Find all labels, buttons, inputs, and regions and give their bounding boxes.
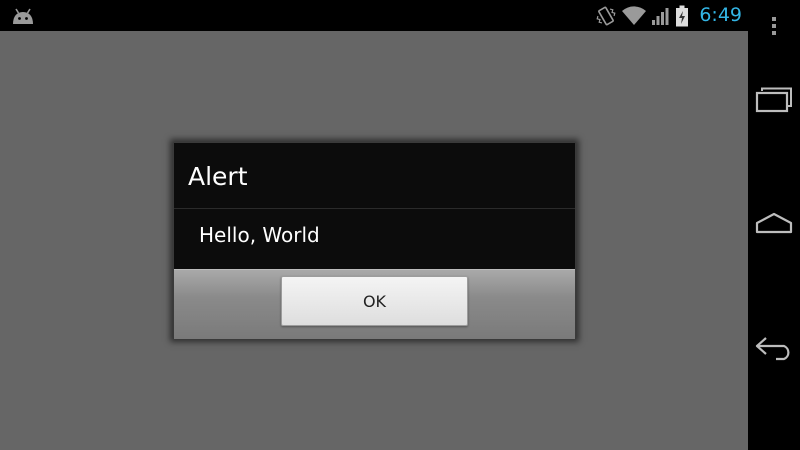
home-button[interactable] bbox=[748, 205, 800, 241]
cell-signal-icon bbox=[652, 7, 669, 25]
back-icon bbox=[755, 337, 790, 361]
dialog-button-bar: OK bbox=[174, 269, 575, 339]
home-icon bbox=[755, 212, 793, 234]
back-button[interactable] bbox=[748, 330, 800, 366]
navigation-bar bbox=[748, 0, 800, 450]
ok-button[interactable]: OK bbox=[281, 276, 468, 326]
recent-apps-button[interactable] bbox=[748, 82, 800, 118]
dialog-title: Alert bbox=[188, 162, 248, 191]
status-icons: 6:49 bbox=[595, 3, 742, 28]
device-screen: 6:49 Alert Hello, World OK bbox=[0, 0, 800, 450]
dialog-divider bbox=[174, 208, 575, 209]
dialog-message: Hello, World bbox=[199, 223, 320, 247]
recent-apps-icon bbox=[755, 87, 792, 113]
alert-dialog: Alert Hello, World OK bbox=[173, 142, 576, 339]
vibrate-icon bbox=[596, 6, 616, 25]
status-bar: 6:49 bbox=[0, 0, 748, 31]
android-robot-icon bbox=[13, 8, 33, 24]
overflow-menu-button[interactable] bbox=[748, 12, 800, 40]
wifi-icon bbox=[622, 5, 647, 25]
status-clock: 6:49 bbox=[699, 4, 742, 26]
battery-charging-icon bbox=[676, 5, 689, 26]
overflow-menu-icon bbox=[772, 17, 776, 35]
